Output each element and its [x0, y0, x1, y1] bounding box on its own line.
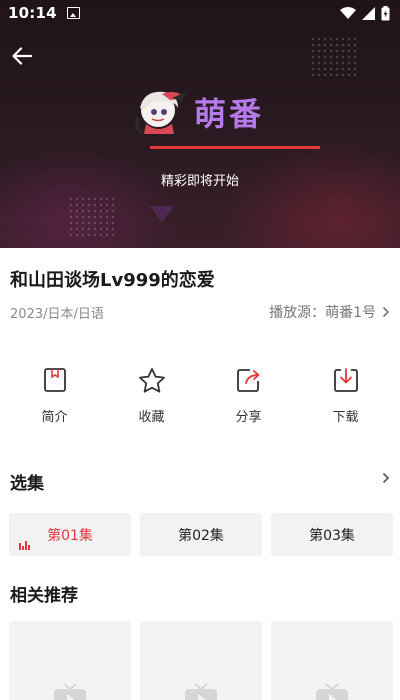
- mascot-logo-icon: [135, 91, 186, 134]
- player-glow: [220, 140, 400, 248]
- show-title: 和山田谈场Lv999的恋爱: [10, 270, 215, 291]
- episode-label: 第01集: [47, 527, 93, 544]
- episode-item[interactable]: 第02集: [140, 513, 262, 556]
- player-dot-pattern: [310, 36, 358, 76]
- recommend-card[interactable]: [140, 621, 262, 700]
- player-dot-pattern: [68, 196, 116, 236]
- loading-progress-bar: [150, 146, 320, 149]
- back-button[interactable]: [8, 42, 36, 70]
- episode-item[interactable]: 第03集: [271, 513, 393, 556]
- action-bar: 简介 收藏 分享 下载: [0, 366, 400, 425]
- player-decor-triangle: [150, 206, 174, 222]
- back-arrow-icon: [12, 47, 32, 65]
- battery-icon: [381, 5, 390, 20]
- download-label: 下载: [332, 410, 359, 425]
- share-icon: [235, 366, 263, 394]
- gallery-icon: [66, 7, 80, 19]
- share-label: 分享: [235, 410, 262, 425]
- download-button[interactable]: 下载: [306, 366, 386, 425]
- favorite-button[interactable]: 收藏: [112, 366, 192, 425]
- status-bar: 10:14: [0, 0, 400, 26]
- episode-label: 第02集: [178, 527, 224, 544]
- loading-text: 精彩即将开始: [160, 174, 239, 189]
- recommend-card[interactable]: [271, 621, 393, 700]
- tv-placeholder-icon: [316, 683, 348, 700]
- now-playing-icon: [19, 541, 30, 550]
- download-icon: [332, 366, 360, 394]
- logo-wordmark: 萌番: [194, 95, 265, 133]
- episode-list: 第01集 第02集 第03集: [9, 513, 393, 556]
- episode-label: 第03集: [309, 527, 355, 544]
- wifi-icon: [340, 6, 356, 19]
- episode-item[interactable]: 第01集: [9, 513, 131, 556]
- show-meta: 2023/日本/日语: [10, 307, 104, 322]
- video-player[interactable]: 10:14 萌番 精彩即将开始: [0, 0, 400, 248]
- intro-button[interactable]: 简介: [15, 366, 95, 425]
- status-time: 10:14: [8, 4, 57, 22]
- share-button[interactable]: 分享: [209, 366, 289, 425]
- chevron-right-icon: [382, 306, 390, 318]
- loading-progress-fill: [150, 146, 320, 149]
- source-label: 播放源：萌番1号: [269, 305, 376, 321]
- signal-icon: [362, 6, 375, 20]
- episodes-section-title: 选集: [10, 474, 44, 494]
- screen: 10:14 萌番 精彩即将开始 和山田谈场Lv999的恋爱 2023/日本/日语…: [0, 0, 400, 700]
- favorite-label: 收藏: [138, 410, 165, 425]
- star-icon: [138, 366, 166, 394]
- recommend-list: [9, 621, 393, 700]
- tv-placeholder-icon: [185, 683, 217, 700]
- source-selector[interactable]: 播放源：萌番1号: [269, 302, 390, 322]
- recommend-card[interactable]: [9, 621, 131, 700]
- episodes-more-chevron-icon[interactable]: [382, 472, 390, 484]
- intro-icon: [41, 366, 69, 394]
- recommend-section-title: 相关推荐: [10, 586, 78, 606]
- app-logo: 萌番: [134, 88, 264, 136]
- tv-placeholder-icon: [54, 683, 86, 700]
- intro-label: 简介: [41, 410, 68, 425]
